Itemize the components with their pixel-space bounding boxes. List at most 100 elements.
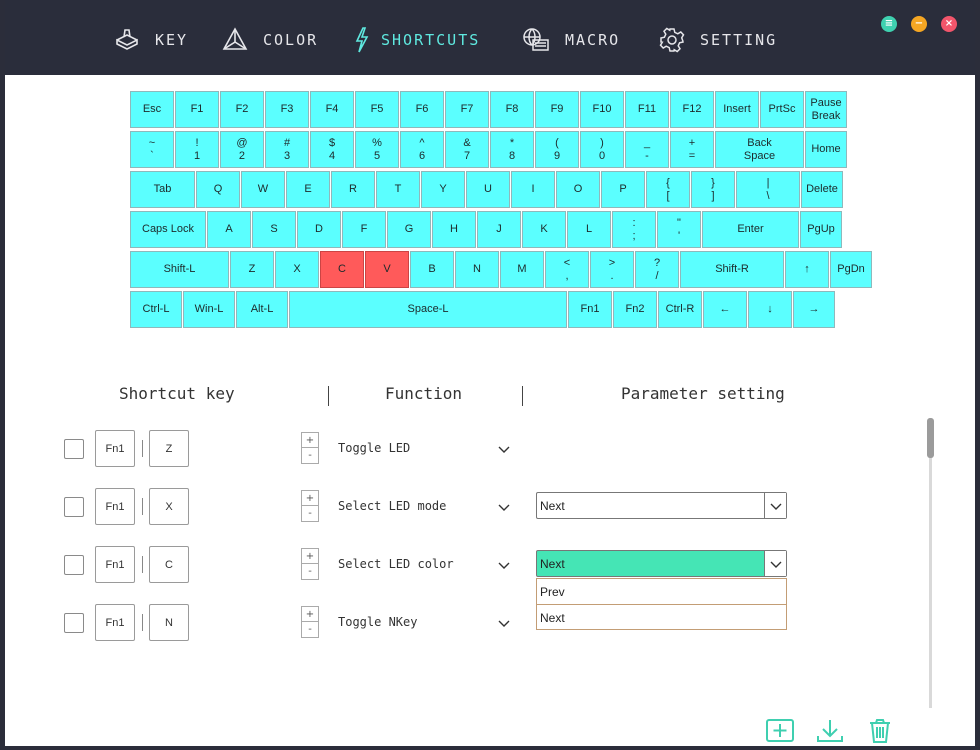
key-shift-row[interactable]: N	[455, 251, 499, 288]
key-home-row[interactable]: : ;	[612, 211, 656, 248]
key-number-row[interactable]: ) 0	[580, 131, 624, 168]
key-shift-row[interactable]: X	[275, 251, 319, 288]
key-function-row[interactable]: F6	[400, 91, 444, 128]
key-function-row[interactable]: F1	[175, 91, 219, 128]
key-bottom-row[interactable]: Ctrl-L	[130, 291, 182, 328]
key-function-row[interactable]: F12	[670, 91, 714, 128]
key-shift-row[interactable]: V	[365, 251, 409, 288]
chevron-down-icon[interactable]	[497, 500, 511, 514]
key-shift-row[interactable]: M	[500, 251, 544, 288]
shortcut-key-box[interactable]: X	[149, 488, 189, 525]
key-number-row[interactable]: ( 9	[535, 131, 579, 168]
select-arrow[interactable]	[764, 551, 786, 576]
key-bottom-row[interactable]: ↓	[748, 291, 792, 328]
key-number-row[interactable]: ! 1	[175, 131, 219, 168]
key-qwerty-row[interactable]: | \	[736, 171, 800, 208]
key-qwerty-row[interactable]: I	[511, 171, 555, 208]
chevron-down-icon[interactable]	[497, 442, 511, 456]
remove-row-button[interactable]: -	[302, 564, 318, 579]
tab-setting[interactable]: SETTING	[658, 24, 777, 56]
key-number-row[interactable]: $ 4	[310, 131, 354, 168]
key-number-row[interactable]: # 3	[265, 131, 309, 168]
key-qwerty-row[interactable]: O	[556, 171, 600, 208]
menu-button[interactable]: ≡	[881, 16, 897, 32]
key-number-row[interactable]: + =	[670, 131, 714, 168]
chevron-down-icon[interactable]	[497, 558, 511, 572]
tab-key[interactable]: KEY	[113, 24, 188, 56]
key-bottom-row[interactable]: Win-L	[183, 291, 235, 328]
key-shift-row[interactable]: B	[410, 251, 454, 288]
key-home-row[interactable]: PgUp	[800, 211, 842, 248]
remove-row-button[interactable]: -	[302, 622, 318, 637]
key-shift-row[interactable]: Shift-L	[130, 251, 229, 288]
key-number-row[interactable]: Home	[805, 131, 847, 168]
key-qwerty-row[interactable]: T	[376, 171, 420, 208]
select-arrow[interactable]	[764, 493, 786, 518]
key-number-row[interactable]: * 8	[490, 131, 534, 168]
key-qwerty-row[interactable]: Delete	[801, 171, 843, 208]
key-bottom-row[interactable]: Fn1	[568, 291, 612, 328]
key-home-row[interactable]: F	[342, 211, 386, 248]
key-home-row[interactable]: H	[432, 211, 476, 248]
key-shift-row[interactable]: C	[320, 251, 364, 288]
key-number-row[interactable]: @ 2	[220, 131, 264, 168]
download-icon[interactable]	[815, 718, 845, 744]
key-home-row[interactable]: L	[567, 211, 611, 248]
key-function-row[interactable]: F8	[490, 91, 534, 128]
key-qwerty-row[interactable]: P	[601, 171, 645, 208]
row-checkbox[interactable]	[64, 555, 84, 575]
key-number-row[interactable]: ^ 6	[400, 131, 444, 168]
key-qwerty-row[interactable]: U	[466, 171, 510, 208]
tab-color[interactable]: COLOR	[221, 24, 318, 56]
key-bottom-row[interactable]: Fn2	[613, 291, 657, 328]
add-row-button[interactable]: +	[302, 607, 318, 622]
parameter-select-open[interactable]: Next	[536, 550, 787, 577]
chevron-down-icon[interactable]	[497, 616, 511, 630]
trash-icon[interactable]	[865, 718, 895, 744]
add-row-button[interactable]: +	[302, 549, 318, 564]
add-shortcut-icon[interactable]	[765, 718, 795, 744]
key-home-row[interactable]: " '	[657, 211, 701, 248]
key-bottom-row[interactable]: Space-L	[289, 291, 567, 328]
key-home-row[interactable]: K	[522, 211, 566, 248]
key-number-row[interactable]: % 5	[355, 131, 399, 168]
dropdown-option-prev[interactable]: Prev	[537, 579, 786, 604]
key-home-row[interactable]: A	[207, 211, 251, 248]
key-bottom-row[interactable]: ←	[703, 291, 747, 328]
key-shift-row[interactable]: PgDn	[830, 251, 872, 288]
shortcut-key-box[interactable]: Z	[149, 430, 189, 467]
key-function-row[interactable]: F5	[355, 91, 399, 128]
shortcut-key-box[interactable]: C	[149, 546, 189, 583]
tab-shortcuts[interactable]: SHORTCUTS	[353, 24, 480, 56]
add-row-button[interactable]: +	[302, 491, 318, 506]
key-qwerty-row[interactable]: Q	[196, 171, 240, 208]
key-home-row[interactable]: Enter	[702, 211, 799, 248]
key-shift-row[interactable]: Z	[230, 251, 274, 288]
key-bottom-row[interactable]: Ctrl-R	[658, 291, 702, 328]
key-home-row[interactable]: G	[387, 211, 431, 248]
parameter-select[interactable]: Next	[536, 492, 787, 519]
key-function-row[interactable]: F9	[535, 91, 579, 128]
key-home-row[interactable]: S	[252, 211, 296, 248]
key-function-row[interactable]: Insert	[715, 91, 759, 128]
key-bottom-row[interactable]: →	[793, 291, 835, 328]
key-function-row[interactable]: F10	[580, 91, 624, 128]
key-function-row[interactable]: Pause Break	[805, 91, 847, 128]
row-checkbox[interactable]	[64, 613, 84, 633]
key-number-row[interactable]: ~ `	[130, 131, 174, 168]
key-function-row[interactable]: Esc	[130, 91, 174, 128]
key-home-row[interactable]: J	[477, 211, 521, 248]
close-button[interactable]: ×	[941, 16, 957, 32]
key-qwerty-row[interactable]: Tab	[130, 171, 195, 208]
key-number-row[interactable]: _ -	[625, 131, 669, 168]
key-function-row[interactable]: PrtSc	[760, 91, 804, 128]
key-qwerty-row[interactable]: E	[286, 171, 330, 208]
remove-row-button[interactable]: -	[302, 448, 318, 463]
modifier-key-box[interactable]: Fn1	[95, 546, 135, 583]
dropdown-option-next[interactable]: Next	[537, 604, 786, 629]
scrollbar-thumb[interactable]	[927, 418, 934, 458]
modifier-key-box[interactable]: Fn1	[95, 488, 135, 525]
key-function-row[interactable]: F3	[265, 91, 309, 128]
key-function-row[interactable]: F11	[625, 91, 669, 128]
key-home-row[interactable]: Caps Lock	[130, 211, 206, 248]
